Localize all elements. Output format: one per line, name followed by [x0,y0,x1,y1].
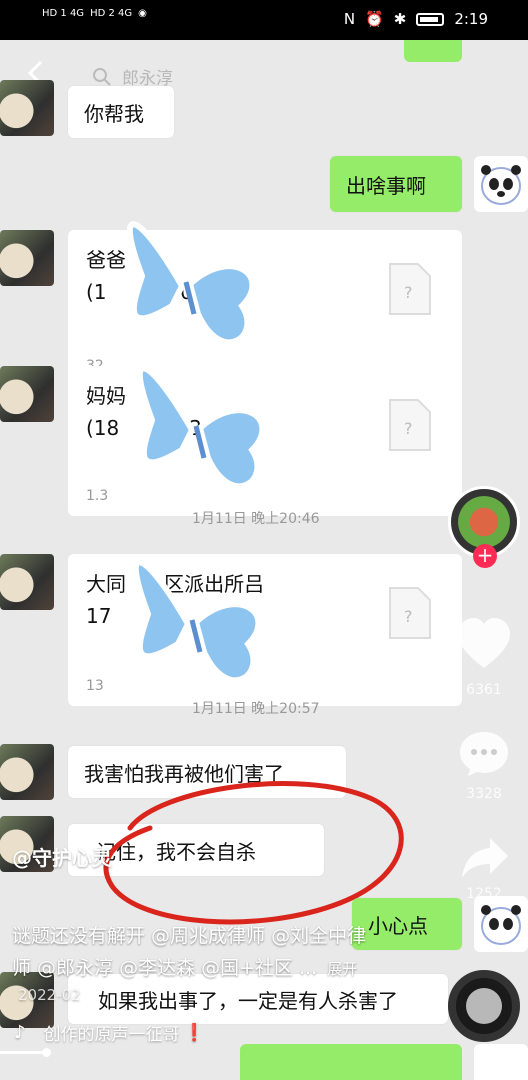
video-date: 2022-02 [18,986,81,1004]
file-size: 1.3 [86,488,109,504]
status-right: N ⏰ ✱ 2:19 [344,10,488,28]
share-arrow-icon[interactable] [460,836,510,880]
my-message-bubble[interactable]: 出啥事啊 [330,156,462,212]
comment-bubble-icon[interactable] [458,730,510,778]
tiktok-note-icon: ♪ [14,1022,26,1043]
sim1-label: HD 1 4G [42,8,85,19]
svg-text:?: ? [404,283,413,302]
contact-avatar[interactable] [0,554,54,610]
music-label: 创作的原声一征哥 [43,1025,180,1045]
music-row[interactable]: ♪ 创作的原声一征哥 ❗ [14,1020,205,1045]
unknown-file-icon: ? [389,587,431,639]
video-progress-bar[interactable] [0,1051,48,1054]
sim2-label: HD 2 4G [90,8,133,19]
contact-avatar[interactable] [0,366,54,422]
svg-text:?: ? [404,419,413,438]
signal-indicators: HD 1 4G HD 2 4G ◉ [42,8,147,19]
expand-caption-button[interactable]: 展开 [327,960,357,978]
music-disc[interactable] [448,970,520,1042]
caption-text: 谜题还没有解开 @周兆成律师 @刘全中律师 @郎永淳 @李达森 @国+社区 ..… [12,925,367,979]
contact-avatar[interactable] [0,744,54,800]
like-heart-icon[interactable] [456,618,512,670]
svg-text:?: ? [404,607,413,626]
clock: 2:19 [454,10,488,28]
butterfly-sticker-icon [132,559,262,684]
butterfly-sticker-icon [136,365,266,490]
message-bubble[interactable]: 你帮我 [68,86,174,138]
red-exclamation-icon: ❗ [183,1022,205,1043]
alarm-icon: ⏰ [365,10,384,28]
chat-screen: 郎永淳 你帮我 出啥事啊 爸爸 (1​ _2021… 32 ? 妈妈 (18 2 [0,40,528,1080]
like-count: 6361 [466,682,502,698]
video-action-rail: + 6361 3328 1252 [448,40,528,1080]
battery-icon [416,12,445,26]
wifi-icon: ◉ [138,8,147,19]
search-icon [93,67,111,86]
message-text: 如果我出事了，一定是有人杀害了 [98,988,398,1013]
status-bar: HD 1 4G HD 2 4G ◉ N ⏰ ✱ 2:19 [0,0,528,40]
message-text: 出啥事啊 [346,173,426,198]
partial-bubble [240,1044,462,1080]
share-count: 1252 [466,886,502,902]
video-progress-handle[interactable] [42,1048,51,1057]
music-disc-cover [466,988,502,1024]
contact-avatar[interactable] [0,230,54,286]
video-caption: 谜题还没有解开 @周兆成律师 @刘全中律师 @郎永淳 @李达森 @国+社区 ..… [12,920,372,985]
nfc-icon: N [343,10,356,28]
contact-avatar[interactable] [0,80,54,136]
file-size: 13 [86,678,104,694]
comment-count: 3328 [466,786,502,802]
unknown-file-icon: ? [389,263,431,315]
timestamp: 1月11日 晚上20:46 [192,511,320,527]
message-text: 小心点 [368,913,428,938]
video-username[interactable]: @守护心灵 [12,842,112,871]
follow-button[interactable]: + [473,544,497,568]
message-text: 你帮我 [84,101,144,126]
unknown-file-icon: ? [389,399,431,451]
bluetooth-icon: ✱ [393,10,407,28]
